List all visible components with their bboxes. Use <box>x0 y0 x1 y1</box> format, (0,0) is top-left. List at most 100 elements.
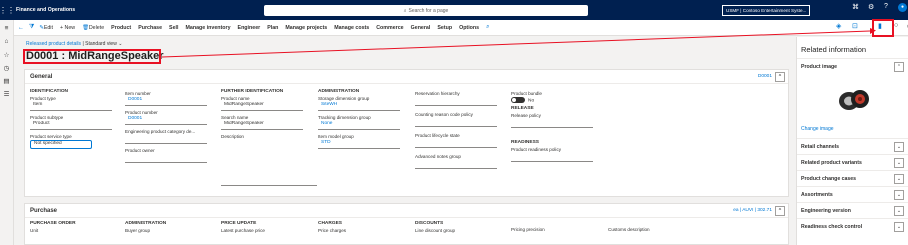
related-item-label: Engineering version <box>801 207 851 214</box>
purchase-title: Purchase <box>30 207 58 214</box>
attach-icon[interactable]: ◈ <box>836 22 841 30</box>
release-policy-field[interactable] <box>511 119 593 129</box>
tab-options[interactable]: Options <box>459 25 479 31</box>
related-item-readiness-check[interactable]: Readiness check control ⌄ <box>797 218 908 234</box>
chevron-down-icon[interactable]: ⌄ <box>894 190 904 200</box>
purchase-order-column: PURCHASE ORDER Unit <box>30 221 76 234</box>
new-button[interactable]: + New <box>60 25 75 31</box>
description-field[interactable] <box>221 140 317 186</box>
field-label: Item number <box>125 91 151 96</box>
related-item-retail-channels[interactable]: Retail channels ⌄ <box>797 138 908 154</box>
chevron-up-icon[interactable]: ⌃ <box>775 72 785 82</box>
search-name-field[interactable]: MidRangeSpeaker <box>221 121 303 130</box>
notifications-icon[interactable]: ⌘ <box>852 3 859 11</box>
advanced-notes-field[interactable] <box>415 160 497 169</box>
tab-sell[interactable]: Sell <box>169 25 178 31</box>
related-item-engineering-version[interactable]: Engineering version ⌄ <box>797 202 908 218</box>
purchase-header[interactable]: Purchase ea | AUVI | 302.71 ⌃ <box>25 204 788 218</box>
tab-manage-costs[interactable]: Manage costs <box>334 25 369 31</box>
search-icon: ⌕ <box>403 7 407 14</box>
lifecycle-state-field[interactable] <box>415 139 497 148</box>
tab-product[interactable]: Product <box>111 25 131 31</box>
search-placeholder: Search for a page <box>408 7 449 14</box>
tab-purchase[interactable]: Purchase <box>138 25 162 31</box>
field-label: Pricing precision <box>511 227 545 232</box>
chevron-down-icon[interactable]: ⌄ <box>894 158 904 168</box>
filter-icon[interactable]: ⧩ <box>29 24 34 31</box>
chevron-up-icon[interactable]: ⌃ <box>775 206 785 216</box>
field-label: Product type <box>30 96 56 101</box>
workspaces-icon[interactable]: ▤ <box>0 77 13 85</box>
readiness-policy-field[interactable] <box>511 153 593 163</box>
product-owner-field[interactable] <box>125 154 207 163</box>
company-picker[interactable]: USMF | Contoso Entertainment Syste... <box>722 5 811 16</box>
help-icon[interactable]: ? <box>884 3 888 10</box>
field-label: Line discount group <box>415 228 456 233</box>
general-header[interactable]: General D0001 ⌃ <box>25 70 788 84</box>
edit-button[interactable]: ✎Edit <box>39 25 53 31</box>
field-label: Item model group <box>318 134 354 139</box>
chevron-up-icon[interactable]: ⌃ <box>894 62 904 72</box>
change-image-link[interactable]: Change image <box>797 126 908 138</box>
reservation-column: Reservation hierarchy Counting reason co… <box>415 91 497 173</box>
product-subtype-field[interactable]: Product <box>30 121 112 130</box>
back-icon[interactable]: ← <box>18 25 24 31</box>
tab-engineer[interactable]: Engineer <box>238 25 261 31</box>
tab-manage-projects[interactable]: Manage projects <box>285 25 327 31</box>
product-name-field[interactable]: MidRangeSpeaker <box>221 102 303 111</box>
related-info-highlight-box <box>872 19 894 37</box>
refresh-icon[interactable]: ○ <box>894 22 898 29</box>
general-title: General <box>30 73 53 80</box>
tab-plan[interactable]: Plan <box>267 25 278 31</box>
favorites-icon[interactable]: ☆ <box>0 51 13 59</box>
field-label: Product subtype <box>30 115 64 120</box>
storage-dimension-field[interactable]: SiteWH <box>318 102 400 111</box>
product-bundle-toggle[interactable]: No <box>511 97 593 103</box>
app-title[interactable]: Finance and Operations <box>16 7 75 13</box>
section-header: FURTHER IDENTIFICATION <box>221 89 284 94</box>
tab-commerce[interactable]: Commerce <box>376 25 403 31</box>
product-number-field[interactable]: D0001 <box>125 116 207 125</box>
breadcrumb-link[interactable]: Released product details <box>26 41 81 47</box>
menu-icon[interactable]: ≡ <box>0 25 13 33</box>
discounts-column: DISCOUNTS Line discount group <box>415 221 455 234</box>
tracking-dimension-field[interactable]: None <box>318 121 400 130</box>
search-input[interactable]: ⌕ Search for a page <box>264 5 588 16</box>
engineering-category-field[interactable] <box>125 135 207 144</box>
search-icon[interactable]: ⌕ <box>486 24 489 31</box>
chevron-down-icon[interactable]: ⌄ <box>894 206 904 216</box>
item-number-field[interactable]: D0001 <box>125 97 207 106</box>
related-item-label: Retail channels <box>801 143 840 150</box>
related-item-product-variants[interactable]: Related product variants ⌄ <box>797 154 908 170</box>
chevron-down-icon[interactable]: ⌄ <box>894 174 904 184</box>
field-label: Counting reason code policy <box>415 112 473 117</box>
chevron-down-icon[interactable]: ⌄ <box>118 41 122 47</box>
avatar[interactable]: ● <box>898 3 907 12</box>
product-image-header[interactable]: Product image ⌃ <box>797 58 908 74</box>
section-header: READINESS <box>511 140 539 146</box>
counting-reason-field[interactable] <box>415 118 497 127</box>
tab-setup[interactable]: Setup <box>437 25 452 31</box>
reservation-hierarchy-field[interactable] <box>415 97 497 106</box>
product-type-field[interactable]: Item <box>30 102 112 111</box>
chevron-down-icon[interactable]: ⌄ <box>894 222 904 232</box>
product-service-type-field[interactable]: Not specified <box>30 140 92 149</box>
general-fasttab: General D0001 ⌃ IDENTIFICATION Product t… <box>24 69 789 197</box>
recent-icon[interactable]: ◷ <box>0 64 13 72</box>
office-icon[interactable]: ⊡ <box>852 22 858 30</box>
tab-manage-inventory[interactable]: Manage inventory <box>185 25 230 31</box>
chevron-down-icon[interactable]: ⌄ <box>894 142 904 152</box>
settings-icon[interactable]: ⚙ <box>868 3 874 11</box>
home-icon[interactable]: ⌂ <box>0 38 13 46</box>
modules-icon[interactable]: ☰ <box>0 90 13 98</box>
item-model-group-field[interactable]: STD <box>318 140 400 149</box>
view-selector[interactable]: Standard view <box>85 41 117 47</box>
delete-button[interactable]: 🗑Delete <box>82 25 104 31</box>
app-launcher-icon[interactable]: ⋮⋮ <box>0 0 15 20</box>
related-item-assortments[interactable]: Assortments ⌄ <box>797 186 908 202</box>
related-item-change-cases[interactable]: Product change cases ⌄ <box>797 170 908 186</box>
related-information-pane: Related information Product image ⌃ Chan… <box>796 37 908 245</box>
toggle-switch[interactable] <box>511 97 525 103</box>
tab-general[interactable]: General <box>411 25 431 31</box>
field-label: Buyer group <box>125 228 151 233</box>
